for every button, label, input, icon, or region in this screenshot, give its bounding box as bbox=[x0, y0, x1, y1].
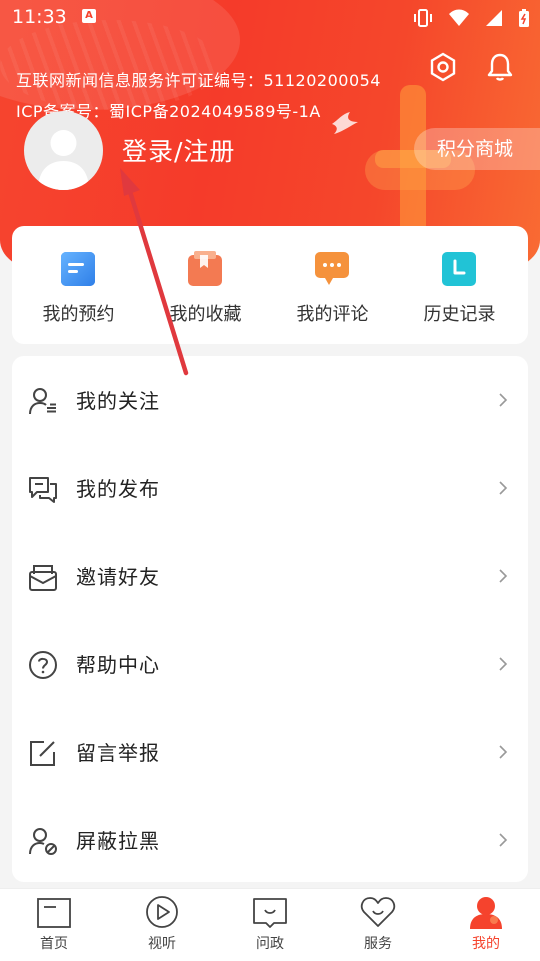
status-time: 11:33 bbox=[12, 6, 67, 28]
follow-icon bbox=[29, 388, 56, 415]
quick-action-label: 我的评论 bbox=[296, 304, 369, 325]
dove-icon bbox=[332, 112, 358, 134]
menu-item-block[interactable]: 屏蔽拉黑 bbox=[12, 796, 528, 884]
tab-label: 服务 bbox=[364, 936, 392, 952]
publish-icon bbox=[29, 477, 57, 503]
chevron-right-icon bbox=[499, 481, 508, 495]
tab-service[interactable]: 服务 bbox=[324, 889, 432, 961]
menu-item-publish[interactable]: 我的发布 bbox=[12, 444, 528, 532]
chevron-right-icon bbox=[499, 833, 508, 847]
menu-item-label: 屏蔽拉黑 bbox=[76, 829, 160, 853]
tab-label: 问政 bbox=[256, 936, 284, 952]
points-mall-button[interactable]: 积分商城 bbox=[414, 128, 540, 170]
tab-home[interactable]: 首页 bbox=[0, 889, 108, 961]
tab-label: 我的 bbox=[472, 936, 500, 952]
menu-item-follow[interactable]: 我的关注 bbox=[12, 356, 528, 444]
login-register-link[interactable]: 登录/注册 bbox=[122, 132, 235, 168]
battery-icon bbox=[519, 9, 529, 27]
settings-hexagon-icon[interactable] bbox=[428, 52, 458, 82]
tab-media[interactable]: 视听 bbox=[108, 889, 216, 961]
bell-icon[interactable] bbox=[485, 52, 515, 82]
notification-badge-icon: A bbox=[82, 9, 96, 23]
status-icons bbox=[412, 8, 530, 28]
block-icon bbox=[29, 828, 57, 855]
inquiry-icon bbox=[253, 898, 287, 928]
heart-icon bbox=[360, 897, 396, 927]
chevron-right-icon bbox=[499, 745, 508, 759]
tab-profile[interactable]: 我的 bbox=[432, 889, 540, 961]
profile-icon bbox=[470, 897, 502, 929]
menu-list: 我的关注 我的发布 邀请好友 帮助中心 留言举报 屏蔽拉黑 bbox=[12, 356, 528, 882]
quick-action-reservation[interactable]: 我的预约 bbox=[14, 226, 143, 344]
menu-item-label: 我的发布 bbox=[76, 477, 160, 501]
quick-action-comments[interactable]: 我的评论 bbox=[268, 226, 397, 344]
license-line-1: 互联网新闻信息服务许可证编号：51120200054 bbox=[16, 71, 381, 90]
quick-action-favorites[interactable]: 我的收藏 bbox=[141, 226, 270, 344]
favorites-icon bbox=[188, 251, 222, 286]
quick-actions-card: 我的预约 我的收藏 我的评论 历史记录 bbox=[12, 226, 528, 344]
tab-label: 首页 bbox=[40, 936, 68, 952]
chevron-right-icon bbox=[499, 657, 508, 671]
vibrate-icon bbox=[414, 9, 432, 27]
chevron-right-icon bbox=[499, 393, 508, 407]
signal-icon bbox=[486, 10, 502, 26]
reservation-icon bbox=[61, 252, 95, 286]
tab-inquiry[interactable]: 问政 bbox=[216, 889, 324, 961]
menu-item-invite[interactable]: 邀请好友 bbox=[12, 532, 528, 620]
bottom-tab-bar: 首页 视听 问政 服务 我的 bbox=[0, 888, 540, 961]
invite-icon bbox=[29, 565, 57, 591]
menu-item-label: 帮助中心 bbox=[76, 653, 160, 677]
help-icon bbox=[29, 651, 57, 679]
quick-action-label: 我的收藏 bbox=[169, 304, 242, 325]
menu-item-label: 我的关注 bbox=[76, 389, 160, 413]
history-icon bbox=[442, 252, 476, 286]
avatar[interactable] bbox=[24, 111, 103, 190]
tab-label: 视听 bbox=[148, 936, 176, 952]
menu-item-report[interactable]: 留言举报 bbox=[12, 708, 528, 796]
status-bar: 11:33 A bbox=[0, 0, 540, 36]
menu-item-help[interactable]: 帮助中心 bbox=[12, 620, 528, 708]
home-icon bbox=[37, 898, 71, 928]
quick-action-label: 我的预约 bbox=[42, 304, 115, 325]
menu-item-label: 邀请好友 bbox=[76, 565, 160, 589]
menu-item-label: 留言举报 bbox=[76, 741, 160, 765]
quick-action-history[interactable]: 历史记录 bbox=[395, 226, 524, 344]
report-icon bbox=[30, 741, 55, 766]
chevron-right-icon bbox=[499, 569, 508, 583]
wifi-icon bbox=[449, 9, 469, 26]
comment-icon bbox=[315, 252, 349, 285]
default-avatar-icon bbox=[38, 130, 89, 190]
quick-action-label: 历史记录 bbox=[423, 304, 496, 325]
play-icon bbox=[146, 896, 178, 928]
